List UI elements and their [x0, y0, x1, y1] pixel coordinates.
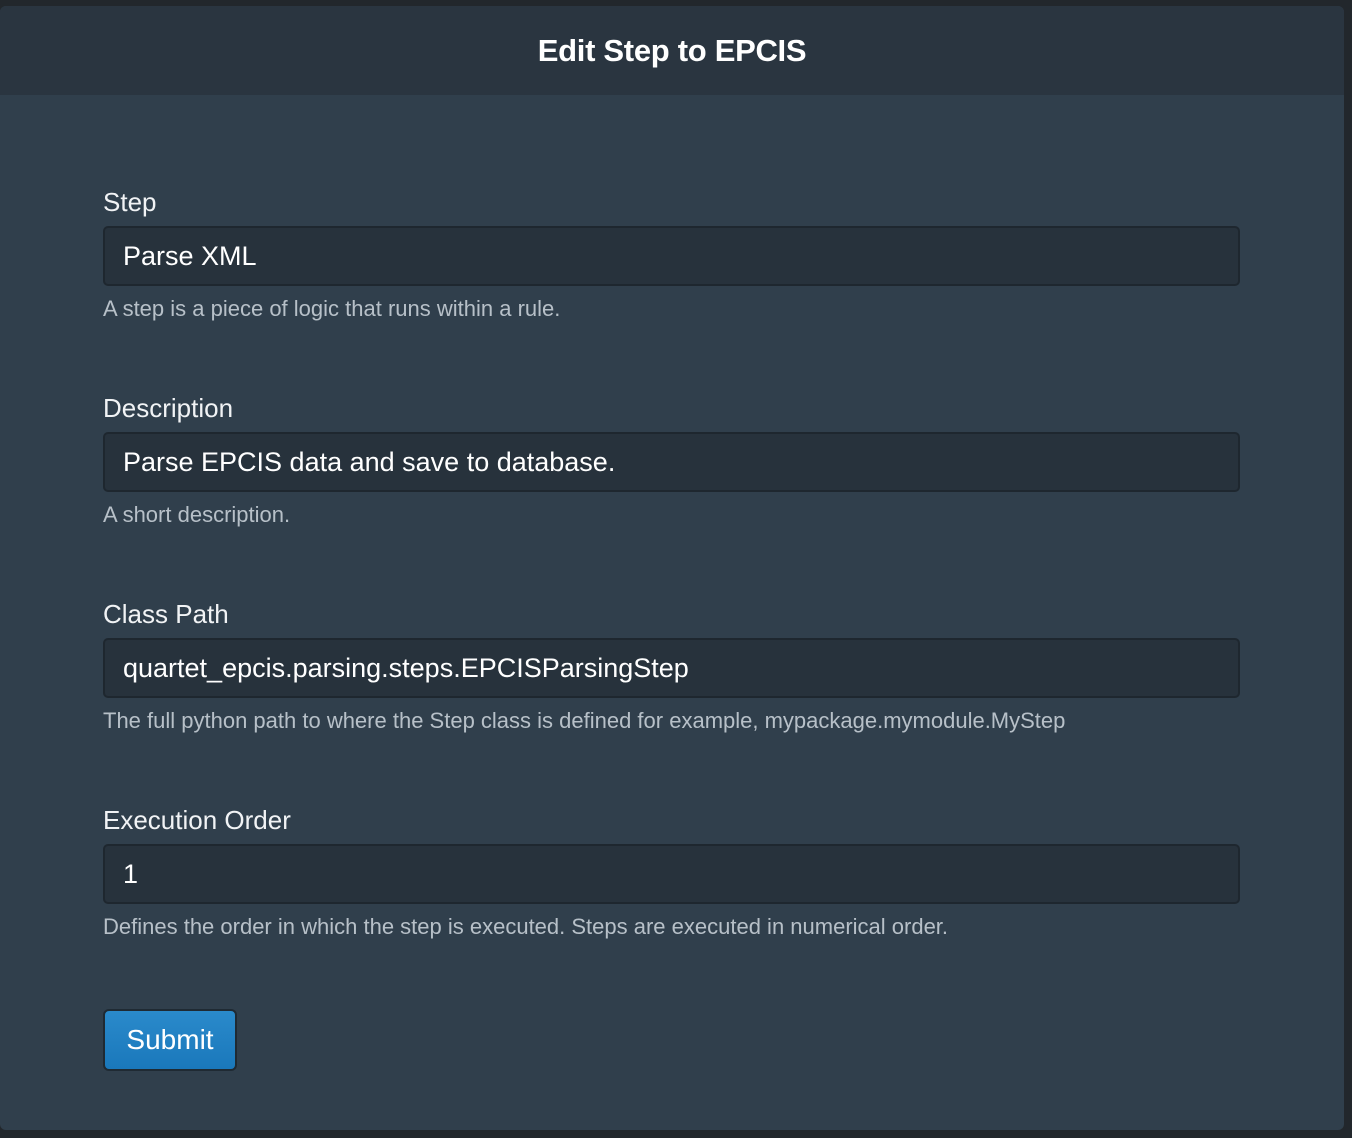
class-path-help-text: The full python path to where the Step c… — [103, 708, 1066, 733]
class-path-input[interactable] — [103, 638, 1240, 698]
edit-step-card: Edit Step to EPCIS Step A step is a piec… — [0, 6, 1344, 1130]
class-path-field-group: Class Path The full python path to where… — [103, 594, 1240, 734]
description-field-group: Description A short description. — [103, 388, 1240, 528]
submit-button[interactable]: Submit — [103, 1009, 237, 1071]
execution-order-input[interactable] — [103, 844, 1240, 904]
step-label: Step — [103, 187, 157, 217]
description-label: Description — [103, 393, 234, 423]
page-title: Edit Step to EPCIS — [537, 32, 807, 68]
execution-order-label: Execution Order — [103, 805, 291, 835]
card-header: Edit Step to EPCIS — [0, 6, 1344, 95]
execution-order-field-group: Execution Order Defines the order in whi… — [103, 800, 1240, 940]
class-path-label: Class Path — [103, 599, 229, 629]
step-help-text: A step is a piece of logic that runs wit… — [103, 296, 561, 321]
step-input[interactable] — [103, 226, 1240, 286]
step-field-group: Step A step is a piece of logic that run… — [103, 182, 1240, 322]
execution-order-help-text: Defines the order in which the step is e… — [103, 914, 949, 939]
description-input[interactable] — [103, 432, 1240, 492]
description-help-text: A short description. — [103, 502, 291, 527]
